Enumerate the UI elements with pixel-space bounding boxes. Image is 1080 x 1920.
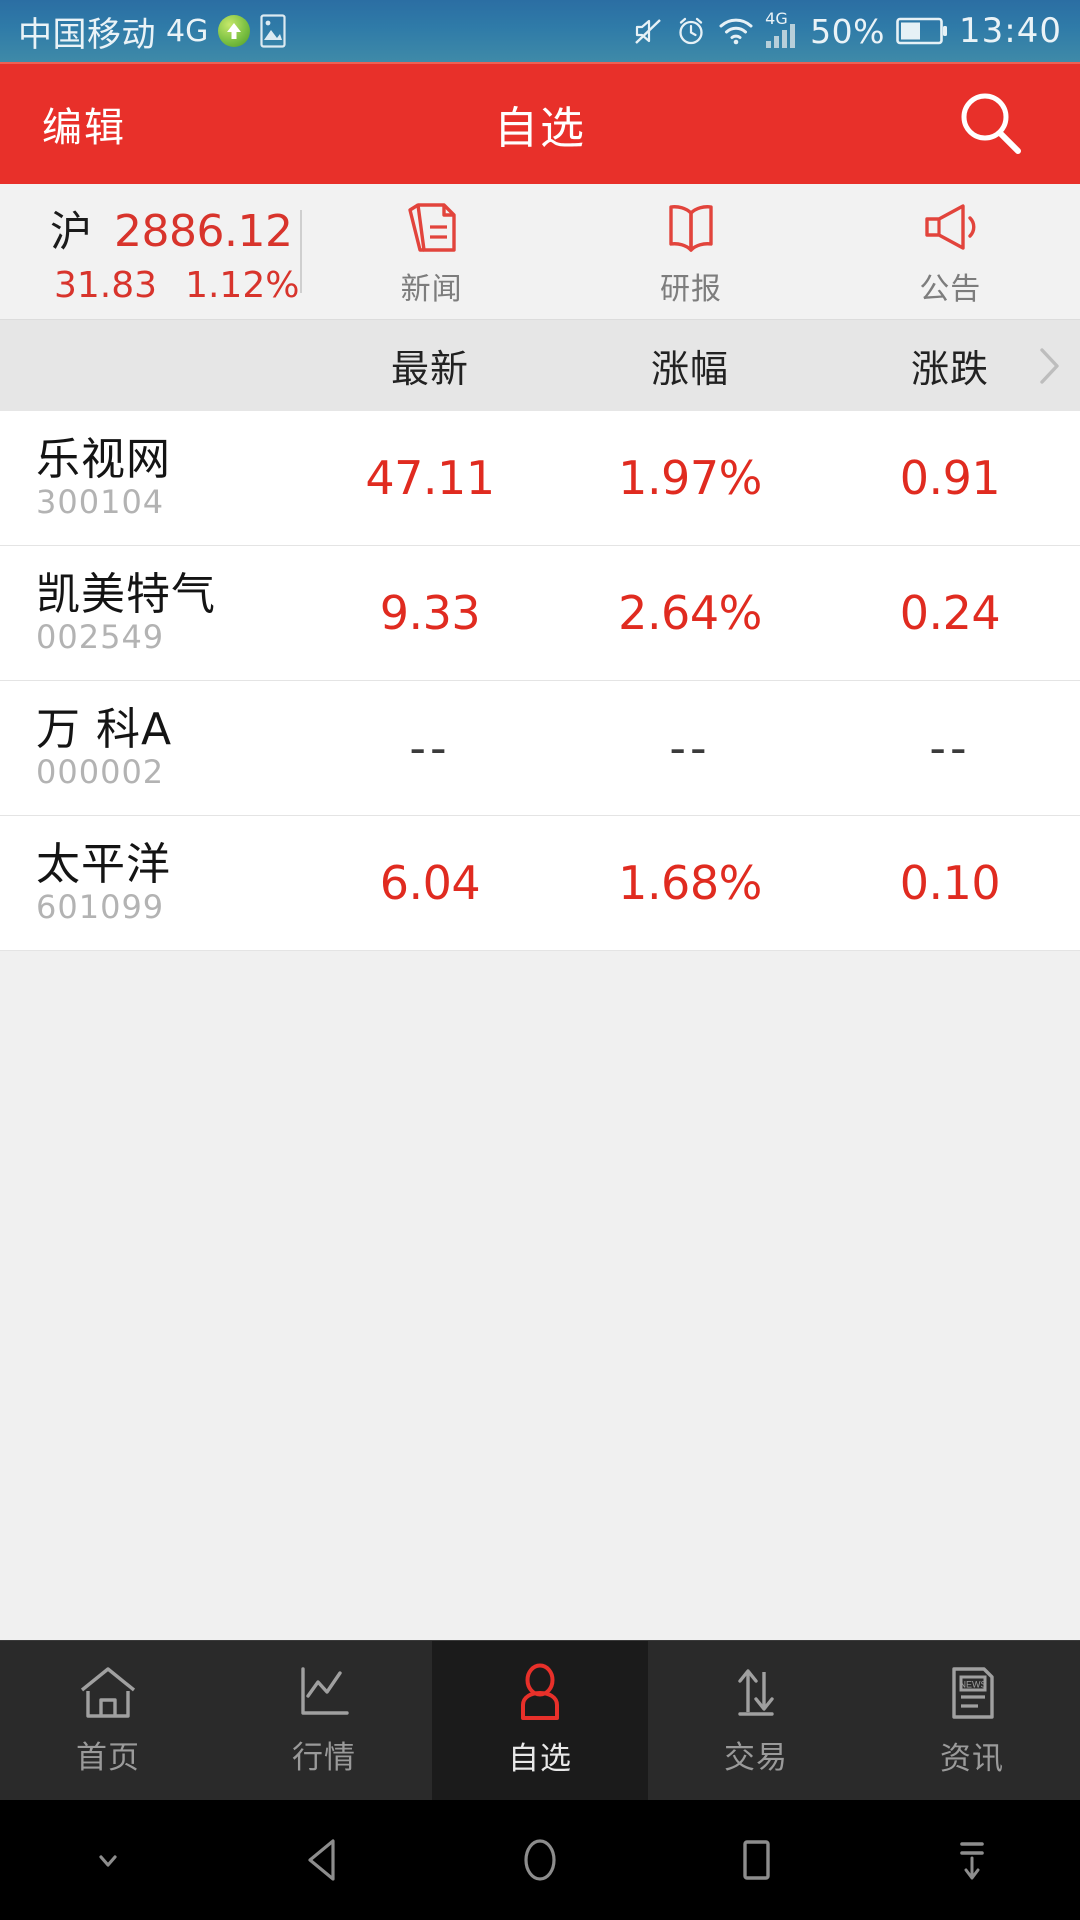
stock-code: 601099: [36, 887, 165, 926]
table-row[interactable]: 乐视网 300104 47.11 1.97% 0.91: [0, 411, 1080, 546]
column-header-last[interactable]: 最新: [300, 338, 560, 393]
app-root: 中国移动 4G 4G 50% 13:40 编辑 自选 沪 2886.12 31.…: [0, 0, 1080, 1920]
megaphone-icon: [917, 196, 983, 258]
stock-last-price: --: [409, 721, 451, 775]
tab-trade[interactable]: 交易: [648, 1641, 864, 1800]
pulldown-icon[interactable]: [864, 1831, 1080, 1889]
edit-button[interactable]: 编辑: [42, 95, 126, 153]
index-change-percent: 1.12%: [185, 264, 300, 306]
bottom-tab-bar: 首页 行情 自选 交易 NEWS 资讯: [0, 1640, 1080, 1800]
watchlist-table: 乐视网 300104 47.11 1.97% 0.91 凯美特气 002549 …: [0, 411, 1080, 951]
tab-label: 交易: [724, 1740, 788, 1776]
stock-change-percent: 2.64%: [618, 586, 762, 640]
stock-code: 000002: [36, 752, 165, 791]
stock-last-price: 9.33: [379, 586, 481, 640]
battery-percent-label: 50%: [810, 11, 886, 51]
person-icon: [512, 1663, 568, 1723]
clock-label: 13:40: [959, 11, 1062, 51]
index-value: 2886.12: [114, 205, 293, 257]
shortcut-label: 研报: [659, 271, 722, 307]
tab-news[interactable]: NEWS 资讯: [864, 1641, 1080, 1800]
wifi-icon: [718, 16, 754, 46]
tab-market[interactable]: 行情: [216, 1641, 432, 1800]
stock-code: 002549: [36, 617, 165, 656]
stock-change-percent: --: [669, 721, 711, 775]
stock-last-price: 47.11: [365, 451, 495, 505]
alarm-icon: [675, 15, 707, 47]
shortcut-research[interactable]: 研报: [561, 196, 820, 308]
tab-label: 自选: [508, 1741, 572, 1777]
tab-label: 首页: [76, 1740, 140, 1776]
battery-icon: [896, 16, 948, 46]
shortcut-label: 新闻: [400, 271, 463, 307]
android-nav-bar: [0, 1800, 1080, 1920]
tab-watchlist[interactable]: 自选: [432, 1641, 648, 1800]
status-bar: 中国移动 4G 4G 50% 13:40: [0, 0, 1080, 62]
carrier-name: 中国移动: [18, 14, 156, 55]
chevron-right-icon[interactable]: [1032, 341, 1066, 391]
shortcut-label: 公告: [919, 271, 982, 307]
market-chart-icon: [294, 1664, 354, 1722]
up-arrow-circle-icon: [218, 15, 251, 47]
stock-identity: 乐视网 300104: [0, 436, 300, 519]
shortcut-news[interactable]: 新闻: [302, 196, 561, 308]
table-row[interactable]: 凯美特气 002549 9.33 2.64% 0.24: [0, 546, 1080, 681]
chevron-down-icon[interactable]: [0, 1838, 216, 1882]
status-bar-left: 中国移动 4G: [18, 7, 286, 56]
index-change: 31.83: [54, 264, 158, 306]
tab-home[interactable]: 首页: [0, 1641, 216, 1800]
table-row[interactable]: 太平洋 601099 6.04 1.68% 0.10: [0, 816, 1080, 951]
stock-change-percent: 1.68%: [618, 856, 762, 910]
index-primary-row: 沪 2886.12: [50, 198, 300, 259]
stock-change-percent: 1.97%: [618, 451, 762, 505]
app-header: 编辑 自选: [0, 62, 1080, 184]
table-header: 最新 涨幅 涨跌: [0, 319, 1080, 411]
mute-icon: [632, 15, 664, 47]
open-book-icon: [660, 196, 722, 258]
index-secondary-row: 31.83 1.12%: [50, 265, 300, 306]
stock-change: 0.10: [899, 856, 1001, 910]
stock-name: 太平洋: [36, 839, 171, 891]
stock-identity: 万 科A 000002: [0, 706, 300, 789]
empty-list-area: [0, 951, 1080, 1640]
shortcut-group: 新闻 研报 公告: [302, 184, 1080, 319]
tab-label: 行情: [292, 1740, 356, 1776]
search-icon[interactable]: [954, 87, 1028, 161]
shortcut-announcement[interactable]: 公告: [821, 196, 1080, 308]
stock-change: 0.91: [899, 451, 1001, 505]
screenshot-icon: [260, 14, 286, 48]
stock-name: 万 科A: [36, 704, 173, 756]
signal-bars-icon: 4G: [765, 9, 799, 49]
back-triangle-icon[interactable]: [216, 1831, 432, 1889]
news-document-icon: [402, 196, 462, 258]
stock-change: --: [929, 721, 971, 775]
stock-code: 300104: [36, 482, 165, 521]
recents-square-icon[interactable]: [648, 1831, 864, 1889]
page-title: 自选: [494, 103, 586, 154]
svg-text:NEWS: NEWS: [960, 1680, 987, 1690]
stock-name: 乐视网: [36, 434, 171, 486]
stock-identity: 凯美特气 002549: [0, 571, 300, 654]
table-row[interactable]: 万 科A 000002 -- -- --: [0, 681, 1080, 816]
index-name: 沪: [50, 206, 93, 256]
home-icon: [77, 1664, 139, 1722]
home-circle-icon[interactable]: [432, 1831, 648, 1889]
stock-change: 0.24: [899, 586, 1001, 640]
stock-name: 凯美特气: [36, 569, 216, 621]
network-type-label: 4G: [166, 13, 209, 49]
stock-identity: 太平洋 601099: [0, 841, 300, 924]
news-paper-icon: NEWS: [944, 1663, 1000, 1723]
index-shortcut-bar: 沪 2886.12 31.83 1.12% 新闻 研报 公告: [0, 184, 1080, 319]
trade-arrows-icon: [728, 1664, 784, 1722]
index-summary[interactable]: 沪 2886.12 31.83 1.12%: [0, 184, 300, 319]
tab-label: 资讯: [940, 1741, 1004, 1777]
column-header-change-percent[interactable]: 涨幅: [560, 338, 820, 393]
stock-last-price: 6.04: [379, 856, 481, 910]
status-bar-right: 4G 50% 13:40: [632, 9, 1062, 51]
